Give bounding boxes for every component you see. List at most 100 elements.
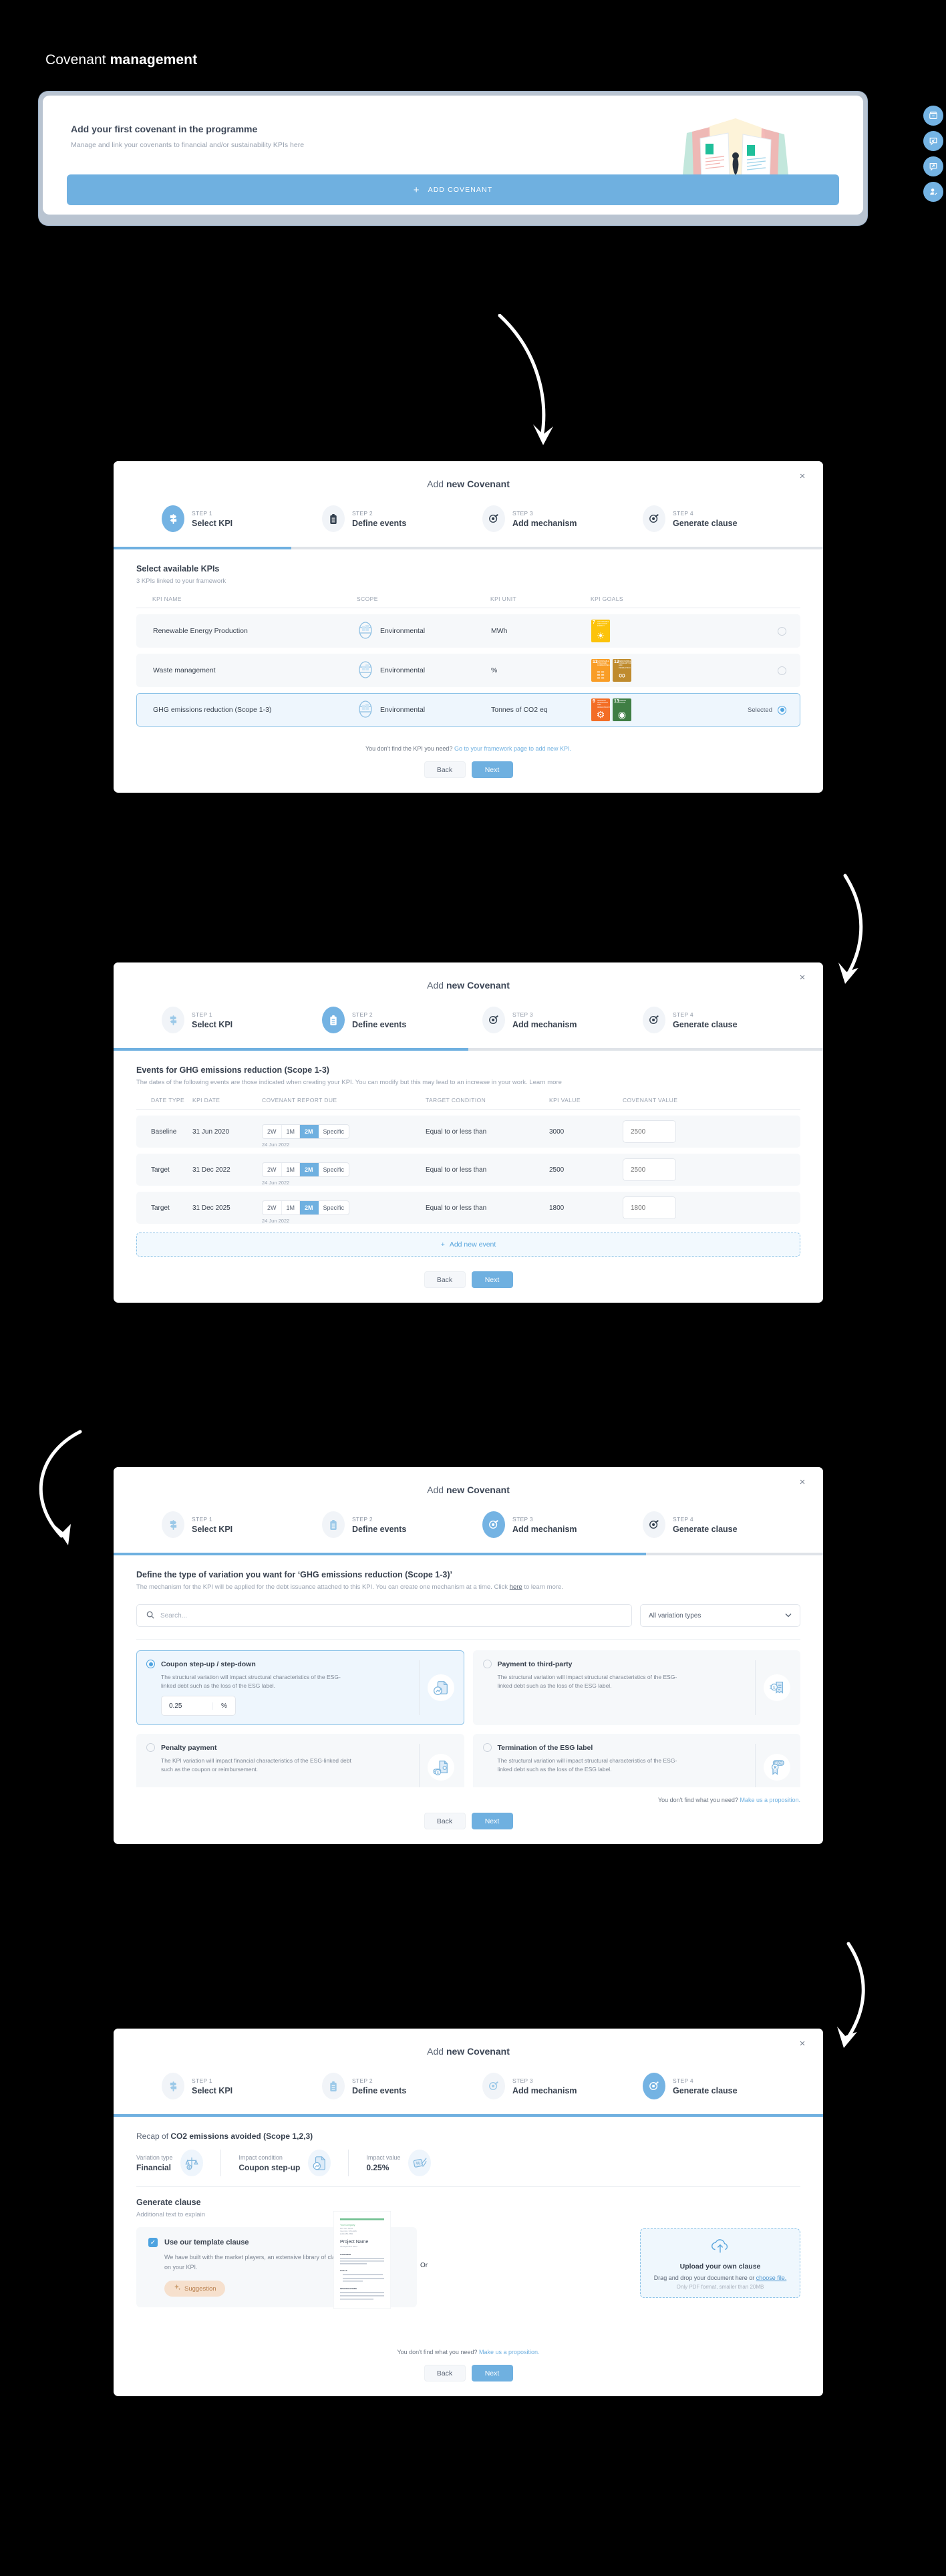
target-icon [482, 505, 505, 532]
step-select-kpi[interactable]: STEP 1 Select KPI [162, 1511, 322, 1538]
covenant-value-input[interactable] [623, 1158, 676, 1181]
segment-specific[interactable]: Specific [319, 1201, 349, 1214]
framework-link[interactable]: Go to your framework page to add new KPI… [454, 745, 571, 752]
segment-2m[interactable]: 2M [300, 1163, 319, 1176]
message-in-icon[interactable] [923, 131, 943, 151]
sdg-glyph: ◉ [617, 709, 627, 720]
segment-specific[interactable]: Specific [319, 1163, 349, 1176]
segment-2m[interactable]: 2M [300, 1125, 319, 1138]
next-button[interactable]: Next [471, 1271, 513, 1288]
mechanism-value-field[interactable]: 0.25 % [161, 1696, 236, 1716]
kpi-radio[interactable] [778, 705, 786, 715]
kpi-radio[interactable] [778, 666, 786, 675]
step-add-mechanism[interactable]: STEP 3 Add mechanism [482, 1007, 643, 1033]
close-icon[interactable]: × [796, 1476, 808, 1489]
step-select-kpi[interactable]: STEP 1 Select KPI [162, 505, 322, 532]
search-input[interactable]: Search... [136, 1604, 632, 1627]
kpi-select-cell[interactable] [725, 626, 800, 636]
upload-clause-dropzone[interactable]: Upload your own clause Drag and drop you… [640, 2228, 800, 2298]
choose-file-link[interactable]: choose file. [756, 2275, 787, 2281]
table-row[interactable]: Waste management Environmental % 11 SUST… [136, 654, 800, 687]
segment-1m[interactable]: 1M [282, 1163, 301, 1176]
proposition-link[interactable]: Make us a proposition. [479, 2349, 540, 2355]
due-segmented-control[interactable]: 2W 1M 2M Specific [262, 1124, 350, 1139]
covenant-value-input[interactable] [623, 1196, 676, 1219]
clipboard-icon [322, 1007, 345, 1033]
mechanism-radio[interactable] [146, 1660, 155, 1668]
kpi-select-cell[interactable]: Selected [725, 705, 800, 715]
close-icon[interactable]: × [796, 2038, 808, 2050]
step-define-events[interactable]: STEP 2 Define events [322, 1007, 482, 1033]
step-add-mechanism[interactable]: STEP 3 Add mechanism [482, 1511, 643, 1538]
generate-clause-subtitle: Additional text to explain [136, 2211, 205, 2218]
close-icon[interactable]: × [796, 972, 808, 984]
step-label: Add mechanism [512, 1524, 577, 1534]
mechanism-card-payment-third-party[interactable]: Payment to third-party The structural va… [472, 1650, 800, 1725]
due-segmented-control[interactable]: 2W 1M 2M Specific [262, 1200, 350, 1215]
segment-specific[interactable]: Specific [319, 1125, 349, 1138]
add-covenant-button[interactable]: + ADD COVENANT [67, 174, 839, 205]
mechanism-card-termination-esg[interactable]: Termination of the ESG label The structu… [472, 1734, 800, 1787]
event-target-condition: Equal to or less than [426, 1204, 487, 1212]
mechanism-title: Payment to third-party [497, 1660, 573, 1668]
document-arrow-up-icon [308, 2150, 331, 2176]
page-title-light: Covenant [45, 52, 110, 68]
step-define-events[interactable]: STEP 2 Define events [322, 505, 482, 532]
modal-step-1: Add new Covenant × STEP 1 Select KPI STE… [114, 461, 823, 793]
mechanism-radio[interactable] [146, 1743, 155, 1752]
step-generate-clause[interactable]: STEP 4 Generate clause [643, 1007, 803, 1033]
due-segmented-control[interactable]: 2W 1M 2M Specific [262, 1162, 350, 1177]
step-select-kpi[interactable]: STEP 1 Select KPI [162, 1007, 322, 1033]
step-add-mechanism[interactable]: STEP 3 Add mechanism [482, 2073, 643, 2099]
variation-type-select[interactable]: All variation types [640, 1604, 800, 1627]
step-define-events[interactable]: STEP 2 Define events [322, 2073, 482, 2099]
step-label: Select KPI [192, 1524, 233, 1534]
message-out-icon[interactable] [923, 156, 943, 176]
step-generate-clause[interactable]: STEP 4 Generate clause [643, 505, 803, 532]
kpi-select-cell[interactable] [725, 666, 800, 675]
step-generate-clause[interactable]: STEP 4 Generate clause [643, 1511, 803, 1538]
back-button[interactable]: Back [424, 1813, 466, 1829]
mechanism-card-coupon-step[interactable]: Coupon step-up / step-down The structura… [136, 1650, 464, 1725]
table-row[interactable]: GHG emissions reduction (Scope 1-3) Envi… [136, 693, 800, 727]
step-define-events[interactable]: STEP 2 Define events [322, 1511, 482, 1538]
close-icon[interactable]: × [796, 471, 808, 483]
segment-2m[interactable]: 2M [300, 1201, 319, 1214]
next-button[interactable]: Next [471, 1813, 513, 1829]
next-button[interactable]: Next [471, 2365, 513, 2381]
learn-more-link[interactable]: here [510, 1583, 522, 1591]
modal-title-bold: new Covenant [446, 1485, 510, 1495]
back-button[interactable]: Back [424, 2365, 466, 2381]
hint-text: You don't find the KPI you need? [365, 745, 454, 752]
archive-icon[interactable] [923, 106, 943, 126]
suggestion-badge[interactable]: Suggestion [164, 2281, 225, 2297]
modal-title-light: Add [427, 980, 446, 991]
next-button[interactable]: Next [471, 761, 513, 778]
event-kpi-date: 31 Jun 2020 [192, 1128, 230, 1136]
mechanism-radio[interactable] [482, 1743, 492, 1752]
add-new-event-button[interactable]: + Add new event [136, 1233, 800, 1257]
proposition-link[interactable]: Make us a proposition. [740, 1797, 800, 1803]
step-add-mechanism[interactable]: STEP 3 Add mechanism [482, 505, 643, 532]
divider [755, 1660, 756, 1715]
segment-2w[interactable]: 2W [263, 1163, 282, 1176]
segment-1m[interactable]: 1M [282, 1201, 301, 1214]
mechanism-radio[interactable] [482, 1660, 492, 1668]
back-button[interactable]: Back [424, 761, 466, 778]
step-generate-clause[interactable]: STEP 4 Generate clause [643, 2073, 803, 2099]
modal-step-2: Add new Covenant × STEP 1 Select KPI STE… [114, 962, 823, 1303]
step-select-kpi[interactable]: STEP 1 Select KPI [162, 2073, 322, 2099]
user-check-icon[interactable] [923, 182, 943, 202]
back-button[interactable]: Back [424, 1271, 466, 1288]
table-row[interactable]: Renewable Energy Production Environmenta… [136, 614, 800, 648]
mechanism-card-penalty-payment[interactable]: Penalty payment The KPI variation will i… [136, 1734, 464, 1787]
plus-icon: + [413, 184, 420, 196]
modal-title: Add new Covenant [114, 2046, 823, 2057]
segment-1m[interactable]: 1M [282, 1125, 301, 1138]
segment-2w[interactable]: 2W [263, 1125, 282, 1138]
checkbox-checked-icon[interactable]: ✓ [148, 2238, 158, 2247]
kpi-radio[interactable] [778, 626, 786, 636]
covenant-value-input[interactable] [623, 1120, 676, 1143]
mechanism-unit[interactable]: % [212, 1702, 235, 1710]
segment-2w[interactable]: 2W [263, 1201, 282, 1214]
